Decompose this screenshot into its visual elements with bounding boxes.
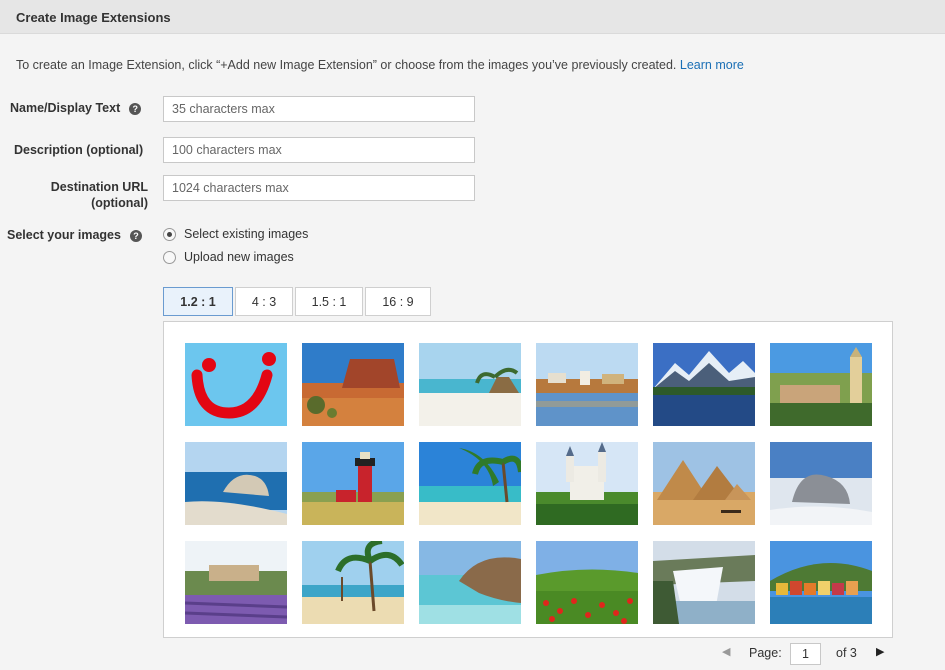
image-gallery: [163, 321, 893, 638]
url-input[interactable]: [163, 175, 475, 201]
ratio-tabs: 1.2 : 1 4 : 3 1.5 : 1 16 : 9: [163, 287, 433, 316]
intro-sentence: To create an Image Extension, click “+Ad…: [16, 58, 677, 72]
radio-button[interactable]: [163, 250, 176, 264]
thumbnail-tropical-beach-palms[interactable]: [419, 442, 521, 525]
radio-upload-new[interactable]: Upload new images: [163, 250, 294, 264]
learn-more-link[interactable]: Learn more: [680, 58, 744, 72]
thumbnail-poppy-field[interactable]: [536, 541, 638, 624]
thumbnail-rocky-coast[interactable]: [185, 442, 287, 525]
tab-ratio-1-2[interactable]: 1.2 : 1: [163, 287, 233, 316]
radio-label: Select existing images: [184, 227, 309, 241]
thumbnail-colorful-harbor[interactable]: [770, 541, 872, 624]
url-label-line1: Destination URL: [50, 180, 148, 194]
thumbnail-mountain-lake[interactable]: [653, 343, 755, 426]
name-label-row: Name/Display Text?: [10, 101, 142, 115]
intro-text: To create an Image Extension, click “+Ad…: [16, 58, 744, 72]
description-input[interactable]: [163, 137, 475, 163]
pager-label: Page:: [749, 646, 782, 660]
thumbnail-church-tower-town[interactable]: [770, 343, 872, 426]
tab-ratio-4-3[interactable]: 4 : 3: [235, 287, 293, 316]
thumbnail-lavender-village[interactable]: [185, 541, 287, 624]
help-icon[interactable]: ?: [129, 103, 142, 115]
thumbnail-waterfall[interactable]: [653, 541, 755, 624]
radio-button-checked[interactable]: [163, 227, 176, 241]
thumbnail-desert-mesa[interactable]: [302, 343, 404, 426]
prev-page-icon[interactable]: ◀: [722, 645, 730, 658]
thumbnail-palm-beach[interactable]: [302, 541, 404, 624]
thumbnail-lakeside-town[interactable]: [536, 343, 638, 426]
name-input[interactable]: [163, 96, 475, 122]
radio-label: Upload new images: [184, 250, 294, 264]
images-label: Select your images: [7, 228, 121, 242]
panel-header: Create Image Extensions: [0, 0, 945, 34]
name-label: Name/Display Text: [10, 101, 121, 115]
radio-select-existing[interactable]: Select existing images: [163, 227, 308, 241]
page-title: Create Image Extensions: [16, 10, 171, 25]
page-number-input[interactable]: [790, 643, 821, 665]
thumbnail-castle-forest[interactable]: [536, 442, 638, 525]
description-label: Description (optional): [14, 143, 144, 157]
thumbnail-red-lighthouse[interactable]: [302, 442, 404, 525]
thumbnail-tui-logo[interactable]: [185, 343, 287, 426]
url-label-line2: (optional): [91, 196, 148, 210]
thumbnail-beach-palm-hut[interactable]: [419, 343, 521, 426]
pager-total: of 3: [836, 646, 857, 660]
thumbnail-pyramids-camels[interactable]: [653, 442, 755, 525]
thumbnail-rocky-cove-sea[interactable]: [419, 541, 521, 624]
images-label-row: Select your images?: [7, 228, 142, 242]
tab-ratio-1-5[interactable]: 1.5 : 1: [295, 287, 363, 316]
help-icon[interactable]: ?: [129, 230, 142, 242]
thumbnail-snow-sculpture-beach[interactable]: [770, 442, 872, 525]
next-page-icon[interactable]: ▶: [876, 645, 884, 658]
tab-ratio-16-9[interactable]: 16 : 9: [365, 287, 431, 316]
